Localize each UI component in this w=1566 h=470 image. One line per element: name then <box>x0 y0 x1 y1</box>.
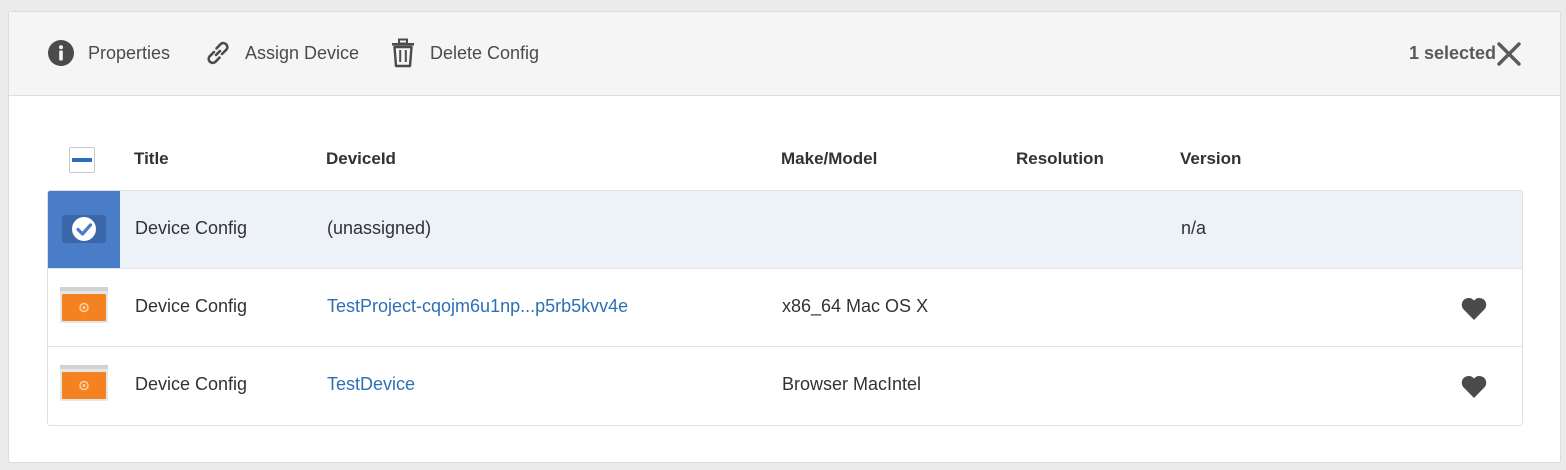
column-deviceid[interactable]: DeviceId <box>326 149 396 169</box>
assign-device-button[interactable]: Assign Device <box>202 37 359 69</box>
checkmark-icon <box>62 215 106 243</box>
info-icon <box>45 37 77 69</box>
table-row[interactable]: Device Config (unassigned) n/a <box>48 191 1522 269</box>
cell-make-model: x86_64 Mac OS X <box>782 296 929 316</box>
select-all-checkbox[interactable] <box>69 147 95 173</box>
cell-deviceid-link[interactable]: TestProject-cqojm6u1np...p5rb5kvv4e <box>327 296 628 317</box>
device-thumbnail-icon[interactable] <box>48 269 120 346</box>
column-resolution[interactable]: Resolution <box>1016 149 1104 169</box>
properties-button[interactable]: Properties <box>45 37 170 69</box>
delete-config-button[interactable]: Delete Config <box>387 37 539 69</box>
cell-make-model: Browser MacIntel <box>782 374 922 394</box>
column-make-model[interactable]: Make/Model <box>781 149 877 169</box>
cell-title: Device Config <box>135 218 248 238</box>
selection-count: 1 selected <box>1408 43 1496 63</box>
cell-version: n/a <box>1181 218 1207 238</box>
properties-label: Properties <box>88 42 171 63</box>
heart-icon[interactable] <box>1460 373 1488 399</box>
table-header: Title DeviceId Make/Model Resolution Ver… <box>47 137 1522 187</box>
cell-deviceid: (unassigned) <box>327 218 432 238</box>
trash-icon <box>387 37 419 69</box>
indeterminate-dash-icon <box>72 158 92 162</box>
link-icon <box>202 37 234 69</box>
device-config-panel: Properties Assign Device Delete Config 1… <box>8 11 1561 463</box>
device-config-table: Device Config (unassigned) n/a Device Co… <box>47 190 1523 426</box>
row-select-toggle[interactable] <box>48 191 120 268</box>
column-version[interactable]: Version <box>1180 149 1241 169</box>
table-row[interactable]: Device Config TestProject-cqojm6u1np...p… <box>48 269 1522 347</box>
cell-title: Device Config <box>135 296 248 316</box>
heart-icon[interactable] <box>1460 295 1488 321</box>
table-row[interactable]: Device Config TestDevice Browser MacInte… <box>48 347 1522 425</box>
delete-config-label: Delete Config <box>430 42 540 63</box>
action-bar: Properties Assign Device Delete Config 1… <box>9 12 1560 96</box>
column-title[interactable]: Title <box>134 149 169 169</box>
assign-device-label: Assign Device <box>245 42 360 63</box>
cell-title: Device Config <box>135 374 248 394</box>
cell-deviceid-link[interactable]: TestDevice <box>327 374 415 395</box>
close-icon[interactable] <box>1496 41 1522 67</box>
device-thumbnail-icon[interactable] <box>48 347 120 425</box>
